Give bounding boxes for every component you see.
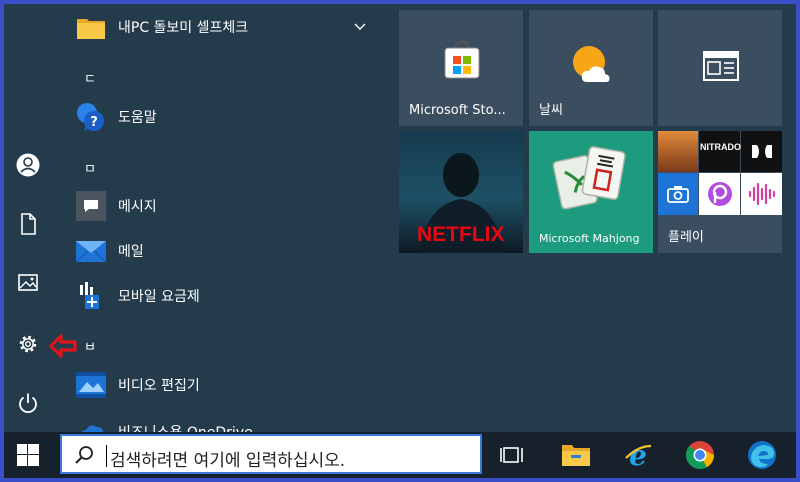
search-box[interactable]: 검색하려면 여기에 입력하십시오. xyxy=(60,434,482,474)
help-icon: ? xyxy=(77,103,104,131)
weather-icon xyxy=(573,46,610,82)
tile-label: 날씨 xyxy=(539,103,563,118)
text-caret xyxy=(106,445,107,467)
tile-label: 플레이 xyxy=(668,230,704,245)
settings-button[interactable] xyxy=(8,324,48,364)
mini-tile-nitrado: NITRADO xyxy=(699,131,741,172)
task-view-button[interactable] xyxy=(490,435,534,475)
user-account-button[interactable] xyxy=(8,145,48,185)
mail-icon xyxy=(76,241,106,263)
chrome-button[interactable] xyxy=(678,435,722,475)
start-rail xyxy=(4,4,77,432)
mini-tile-dolby xyxy=(741,131,782,172)
chrome-icon xyxy=(686,441,714,469)
app-item-label: 메일 xyxy=(118,244,144,260)
app-item-label: 메시지 xyxy=(118,199,157,215)
power-icon xyxy=(19,393,37,414)
nitrado-label: NITRADO xyxy=(700,142,741,152)
tile-label: Microsoft Sto... xyxy=(409,103,506,118)
start-button[interactable] xyxy=(6,435,50,475)
tile-label: Microsoft Mahjong xyxy=(539,232,640,245)
internet-explorer-icon: e xyxy=(625,440,652,470)
svg-text:?: ? xyxy=(90,115,98,130)
documents-button[interactable] xyxy=(8,204,48,244)
file-explorer-icon xyxy=(562,445,590,466)
app-item-label: 비디오 편집기 xyxy=(118,378,200,394)
tile-netflix[interactable]: NETFLIX xyxy=(399,131,523,253)
group-letter[interactable]: ㄷ xyxy=(84,68,96,87)
app-item-video-editor[interactable]: 비디오 편집기 xyxy=(52,367,382,403)
windows-start-icon xyxy=(17,444,39,466)
app-item-label: 모바일 요금제 xyxy=(118,289,200,305)
app-item-mail[interactable]: 메일 xyxy=(52,233,382,269)
mahjong-icon xyxy=(552,146,626,210)
folder-icon xyxy=(77,19,105,39)
file-explorer-button[interactable] xyxy=(554,435,598,475)
internet-explorer-button[interactable]: e xyxy=(616,435,660,475)
user-icon xyxy=(16,153,40,177)
document-icon xyxy=(21,213,36,235)
tile-weather[interactable]: 날씨 xyxy=(529,10,653,126)
chevron-down-icon[interactable] xyxy=(354,23,366,31)
app-item-mobile-plans[interactable]: 모바일 요금제 xyxy=(52,278,382,314)
tile-play-folder[interactable]: NITRADO 플레이 xyxy=(658,131,782,253)
app-item-help[interactable]: ? 도움말 xyxy=(52,99,382,135)
audio-wave-icon xyxy=(748,182,776,206)
start-menu: 내PC 돌보미 셀프체크 ㄷ ? 도움말 ㅁ 메시지 메일 모바일 요금제 ㅂ … xyxy=(4,4,796,478)
pictures-button[interactable] xyxy=(8,263,48,303)
tile-news[interactable] xyxy=(658,10,782,126)
netflix-logo: NETFLIX xyxy=(417,223,505,246)
edge-button[interactable] xyxy=(740,435,784,475)
app-item-pc-check[interactable]: 내PC 돌보미 셀프체크 xyxy=(52,9,382,45)
tile-microsoft-mahjong[interactable]: Microsoft Mahjong xyxy=(529,131,653,253)
power-button[interactable] xyxy=(8,383,48,423)
mini-tile-picsart xyxy=(699,173,740,215)
mini-tile-audio xyxy=(741,173,782,215)
store-icon xyxy=(444,40,480,79)
mini-tile-camera xyxy=(658,173,698,215)
task-view-icon xyxy=(500,447,523,463)
app-item-label: 도움말 xyxy=(118,110,157,126)
dolby-icon xyxy=(752,145,772,158)
app-item-messaging[interactable]: 메시지 xyxy=(52,188,382,224)
settings-icon xyxy=(19,335,37,353)
app-item-label: 내PC 돌보미 셀프체크 xyxy=(118,20,249,36)
group-letter[interactable]: ㅁ xyxy=(84,158,96,177)
video-editor-icon xyxy=(76,372,106,398)
mobile-plans-icon xyxy=(80,282,99,309)
picsart-icon xyxy=(708,182,732,206)
search-icon xyxy=(75,446,93,464)
search-placeholder: 검색하려면 여기에 입력하십시오. xyxy=(110,451,346,471)
camera-icon xyxy=(667,186,689,203)
mini-tile-game xyxy=(658,131,698,172)
pictures-icon xyxy=(18,274,38,291)
news-icon xyxy=(703,51,739,81)
app-list: 내PC 돌보미 셀프체크 ㄷ ? 도움말 ㅁ 메시지 메일 모바일 요금제 ㅂ … xyxy=(52,4,392,441)
svg-text:e: e xyxy=(629,440,647,470)
message-icon xyxy=(76,191,106,221)
tile-microsoft-store[interactable]: Microsoft Sto... xyxy=(399,10,523,126)
group-letter[interactable]: ㅂ xyxy=(84,336,96,355)
edge-icon xyxy=(748,441,776,469)
taskbar: 검색하려면 여기에 입력하십시오. e xyxy=(4,432,796,478)
